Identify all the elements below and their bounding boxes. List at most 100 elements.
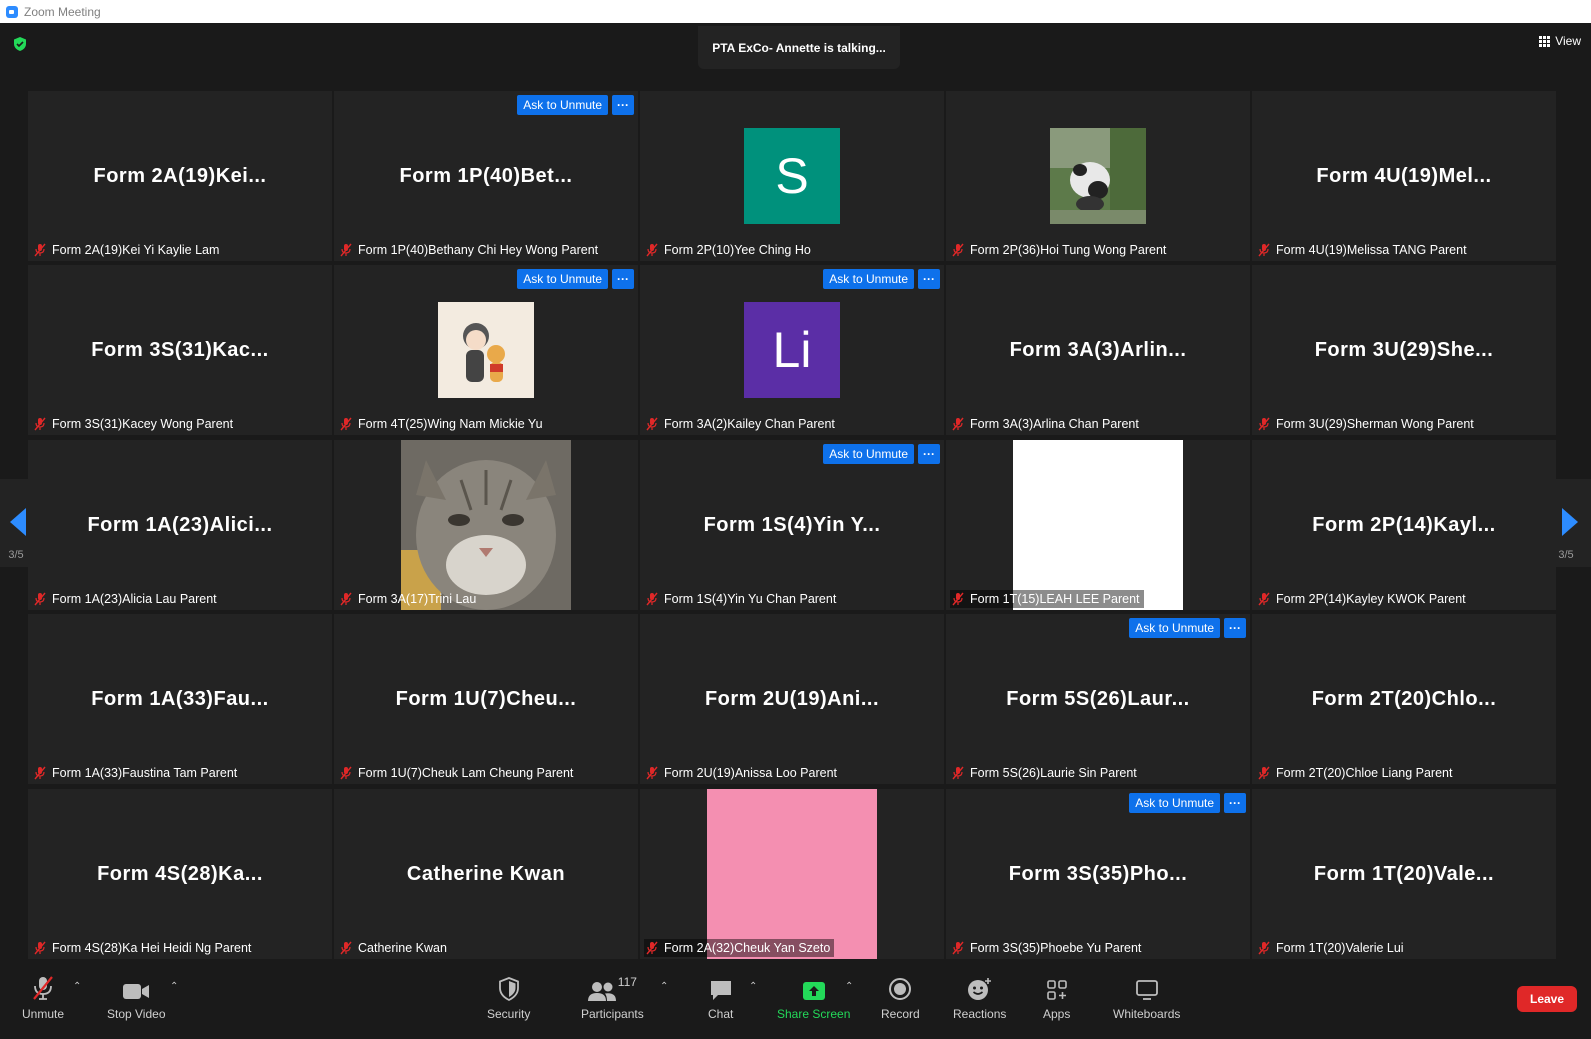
- window-titlebar: Zoom Meeting: [0, 0, 1591, 23]
- apps-button[interactable]: Apps: [1043, 975, 1070, 1021]
- muted-mic-icon: [646, 592, 658, 606]
- muted-mic-icon: [340, 941, 352, 955]
- more-options-button[interactable]: ···: [918, 444, 940, 464]
- participant-display-name: Form 3S(31)Kac...: [91, 338, 269, 361]
- participant-tile[interactable]: Li Ask to Unmute ··· Form 3A(2)Kailey Cha…: [640, 265, 944, 435]
- participant-display-name: Form 1A(23)Alici...: [87, 513, 273, 536]
- more-options-button[interactable]: ···: [612, 269, 634, 289]
- participant-tile[interactable]: Form 3A(3)Arlin... Form 3A(3)Arlina Chan…: [946, 265, 1250, 435]
- participant-display-name: Form 3A(3)Arlin...: [1009, 338, 1187, 361]
- more-options-button[interactable]: ···: [1224, 618, 1246, 638]
- tile-actions: Ask to Unmute ···: [517, 95, 634, 115]
- participant-display-name: Form 4S(28)Ka...: [97, 862, 263, 885]
- participant-display-name: Form 5S(26)Laur...: [1006, 687, 1190, 710]
- view-button[interactable]: View: [1539, 34, 1581, 48]
- muted-mic-icon: [1258, 766, 1270, 780]
- panda-profile-picture: [1050, 128, 1146, 224]
- muted-mic-icon: [34, 766, 46, 780]
- share-screen-button[interactable]: Share Screen: [777, 975, 850, 1021]
- unmute-button[interactable]: Unmute: [22, 975, 64, 1021]
- participant-tile[interactable]: Form 4U(19)Mel... Form 4U(19)Melissa TAN…: [1252, 91, 1556, 261]
- participants-button[interactable]: 117 Participants: [581, 975, 644, 1021]
- participant-tile[interactable]: Form 1S(4)Yin Y... Ask to Unmute ··· Form…: [640, 440, 944, 610]
- ask-to-unmute-button[interactable]: Ask to Unmute: [517, 269, 608, 289]
- participant-display-name: Form 3U(29)She...: [1314, 338, 1494, 361]
- participant-name-label: Catherine Kwan: [358, 941, 447, 955]
- participant-label: Form 2T(20)Chloe Liang Parent: [1256, 764, 1456, 782]
- participant-tile[interactable]: Form 2P(14)Kayl... Form 2P(14)Kayley KWO…: [1252, 440, 1556, 610]
- participant-tile[interactable]: Ask to Unmute ··· Form 4T(25)Wing Nam Mic…: [334, 265, 638, 435]
- participant-display-name: Form 2P(14)Kayl...: [1312, 513, 1496, 536]
- participant-name-label: Form 3A(3)Arlina Chan Parent: [970, 417, 1139, 431]
- participant-tile[interactable]: Form 2P(36)Hoi Tung Wong Parent: [946, 91, 1250, 261]
- view-label: View: [1555, 34, 1581, 48]
- more-options-button[interactable]: ···: [918, 269, 940, 289]
- more-options-button[interactable]: ···: [612, 95, 634, 115]
- participant-tile[interactable]: Form 4S(28)Ka... Form 4S(28)Ka Hei Heidi…: [28, 789, 332, 959]
- muted-mic-icon: [646, 766, 658, 780]
- tile-actions: Ask to Unmute ···: [1129, 793, 1246, 813]
- participant-tile[interactable]: Form 3U(29)She... Form 3U(29)Sherman Won…: [1252, 265, 1556, 435]
- participant-label: Form 1U(7)Cheuk Lam Cheung Parent: [338, 764, 577, 782]
- muted-mic-icon: [340, 592, 352, 606]
- tile-actions: Ask to Unmute ···: [823, 269, 940, 289]
- participant-tile[interactable]: Form 1T(20)Vale... Form 1T(20)Valerie Lu…: [1252, 789, 1556, 959]
- participant-tile[interactable]: Form 1U(7)Cheu... Form 1U(7)Cheuk Lam Ch…: [334, 614, 638, 784]
- muted-mic-icon: [34, 592, 46, 606]
- tile-actions: Ask to Unmute ···: [1129, 618, 1246, 638]
- leave-button[interactable]: Leave: [1517, 986, 1577, 1012]
- participant-display-name: Form 2T(20)Chlo...: [1311, 687, 1497, 710]
- participant-tile[interactable]: Catherine Kwan Catherine Kwan: [334, 789, 638, 959]
- participants-options-caret[interactable]: ⌃: [660, 981, 668, 992]
- audio-options-caret[interactable]: ⌃: [73, 981, 81, 992]
- ask-to-unmute-button[interactable]: Ask to Unmute: [517, 95, 608, 115]
- participant-tile[interactable]: Form 2A(19)Kei... Form 2A(19)Kei Yi Kayl…: [28, 91, 332, 261]
- participant-tile[interactable]: Form 1A(33)Fau... Form 1A(33)Faustina Ta…: [28, 614, 332, 784]
- encryption-shield-icon[interactable]: [12, 36, 28, 52]
- more-options-button[interactable]: ···: [1224, 793, 1246, 813]
- participant-label: Form 4T(25)Wing Nam Mickie Yu: [338, 415, 547, 433]
- muted-mic-icon: [34, 417, 46, 431]
- ask-to-unmute-button[interactable]: Ask to Unmute: [823, 269, 914, 289]
- apps-icon: [1046, 980, 1067, 1000]
- participant-tile[interactable]: Form 2A(32)Cheuk Yan Szeto: [640, 789, 944, 959]
- participant-label: Form 3U(29)Sherman Wong Parent: [1256, 415, 1478, 433]
- participant-name-label: Form 4S(28)Ka Hei Heidi Ng Parent: [52, 941, 252, 955]
- participant-tile[interactable]: Form 1A(23)Alici... Form 1A(23)Alicia La…: [28, 440, 332, 610]
- ask-to-unmute-button[interactable]: Ask to Unmute: [823, 444, 914, 464]
- ask-to-unmute-button[interactable]: Ask to Unmute: [1129, 618, 1220, 638]
- participant-tile[interactable]: S Form 2P(10)Yee Ching Ho: [640, 91, 944, 261]
- muted-mic-icon: [646, 243, 658, 257]
- participant-tile[interactable]: Form 5S(26)Laur... Ask to Unmute ··· Form…: [946, 614, 1250, 784]
- participant-tile[interactable]: Form 2U(19)Ani... Form 2U(19)Anissa Loo …: [640, 614, 944, 784]
- participant-name-label: Form 3U(29)Sherman Wong Parent: [1276, 417, 1474, 431]
- stop-video-button[interactable]: Stop Video: [107, 975, 166, 1021]
- participant-tile[interactable]: Form 3S(35)Pho... Ask to Unmute ··· Form …: [946, 789, 1250, 959]
- ask-to-unmute-button[interactable]: Ask to Unmute: [1129, 793, 1220, 813]
- participant-tile[interactable]: Form 3A(17)Trini Lau: [334, 440, 638, 610]
- record-button[interactable]: Record: [881, 975, 920, 1021]
- muted-mic-icon: [952, 243, 964, 257]
- participant-label: Form 2P(36)Hoi Tung Wong Parent: [950, 241, 1170, 259]
- participant-tile[interactable]: Form 2T(20)Chlo... Form 2T(20)Chloe Lian…: [1252, 614, 1556, 784]
- muted-mic-icon: [952, 941, 964, 955]
- reactions-button[interactable]: Reactions: [953, 975, 1006, 1021]
- muted-mic-icon: [646, 941, 658, 955]
- participant-tile[interactable]: Form 3S(31)Kac... Form 3S(31)Kacey Wong …: [28, 265, 332, 435]
- participant-label: Form 2A(32)Cheuk Yan Szeto: [644, 939, 835, 957]
- participants-label: Participants: [581, 1007, 644, 1021]
- participant-tile[interactable]: Form 1T(15)LEAH LEE Parent: [946, 440, 1250, 610]
- chat-options-caret[interactable]: ⌃: [749, 981, 757, 992]
- participants-icon: [587, 982, 616, 1001]
- whiteboards-button[interactable]: Whiteboards: [1113, 975, 1180, 1021]
- video-options-caret[interactable]: ⌃: [170, 981, 178, 992]
- share-options-caret[interactable]: ⌃: [845, 981, 853, 992]
- security-button[interactable]: Security: [487, 975, 530, 1021]
- participant-name-label: Form 1S(4)Yin Yu Chan Parent: [664, 592, 837, 606]
- participant-tile[interactable]: Form 1P(40)Bet... Ask to Unmute ··· Form …: [334, 91, 638, 261]
- avatar: Li: [744, 302, 840, 398]
- muted-mic-icon: [34, 243, 46, 257]
- participant-label: Form 1T(20)Valerie Lui: [1256, 939, 1408, 957]
- participant-label: Form 2P(10)Yee Ching Ho: [644, 241, 815, 259]
- chat-button[interactable]: Chat: [708, 975, 733, 1021]
